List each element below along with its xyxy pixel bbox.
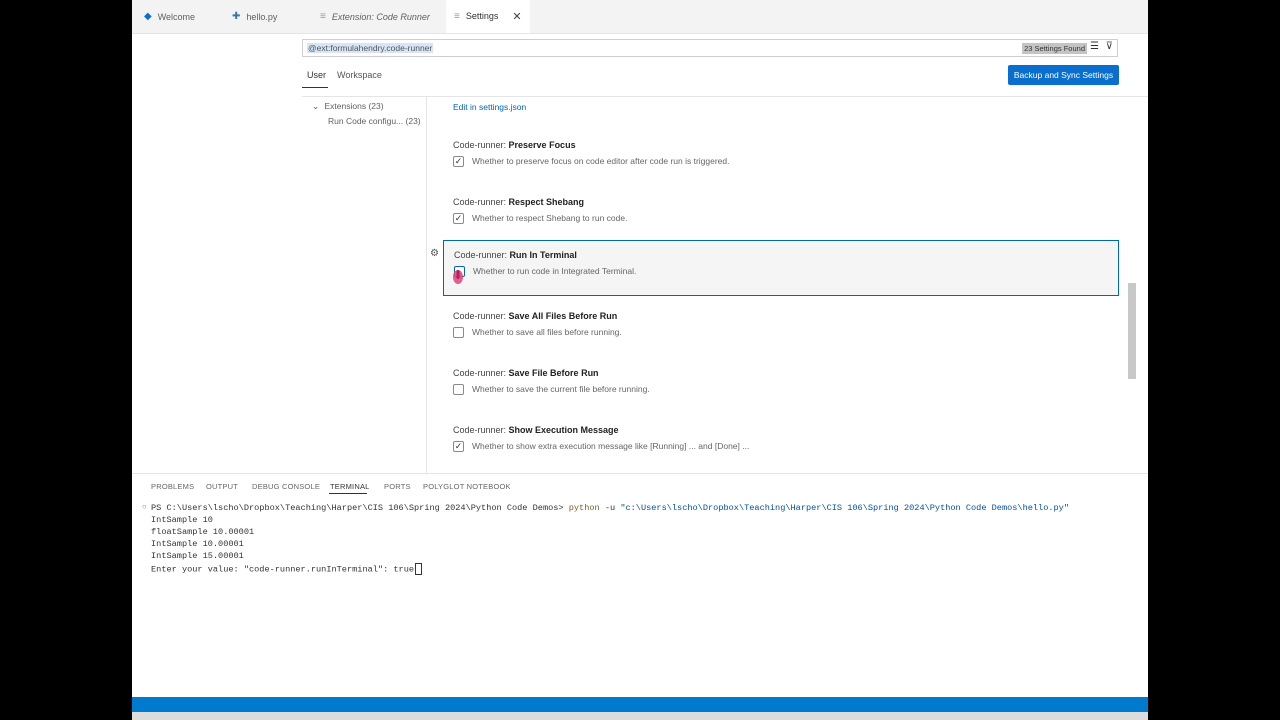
active-scope-indicator	[302, 87, 328, 88]
mouse-cursor-icon	[453, 270, 463, 284]
toc-divider	[426, 97, 427, 473]
setting-title: Code-runner: Run In Terminal	[454, 250, 577, 260]
terminal-command-line: PS C:\Users\lscho\Dropbox\Teaching\Harpe…	[151, 503, 1069, 513]
tab-label: Settings	[465, 11, 499, 21]
active-panel-indicator	[329, 493, 367, 494]
setting-show-execution-message: Code-runner: Show Execution Message ✓ Wh…	[443, 415, 1119, 471]
setting-description: Whether to run code in Integrated Termin…	[473, 266, 637, 276]
setting-title: Code-runner: Save All Files Before Run	[453, 311, 618, 321]
python-file-icon: ✚	[232, 11, 241, 22]
settings-file-icon: ≡	[454, 10, 460, 22]
setting-title: Code-runner: Preserve Focus	[453, 140, 576, 150]
tab-workspace[interactable]: Workspace	[337, 70, 382, 80]
setting-description: Whether to save all files before running…	[472, 327, 622, 337]
tab-hello-py[interactable]: ✚ hello.py	[232, 0, 320, 33]
preserve-focus-checkbox[interactable]: ✓	[453, 156, 464, 167]
backup-sync-button[interactable]: Backup and Sync Settings	[1008, 65, 1119, 85]
clear-filter-icon[interactable]: ☰	[1090, 41, 1099, 52]
tab-extension-code-runner[interactable]: ≡ Extension: Code Runner	[320, 0, 446, 33]
tab-terminal[interactable]: TERMINAL	[330, 482, 370, 491]
extension-icon: ≡	[320, 11, 326, 22]
toc-run-code-config[interactable]: Run Code configu... (23)	[328, 116, 421, 126]
status-bar	[132, 697, 1148, 712]
editor-tab-bar: ◆ Welcome ✚ hello.py ≡ Extension: Code R…	[132, 0, 1148, 34]
search-query: @ext:formulahendry.code-runner	[307, 43, 434, 53]
tab-user[interactable]: User	[307, 70, 326, 80]
save-file-checkbox[interactable]	[453, 384, 464, 395]
panel-divider	[132, 473, 1148, 474]
setting-title: Code-runner: Respect Shebang	[453, 197, 585, 207]
setting-respect-shebang: Code-runner: Respect Shebang ✓ Whether t…	[443, 187, 1119, 243]
setting-description: Whether to respect Shebang to run code.	[472, 213, 628, 223]
tab-problems[interactable]: PROBLEMS	[151, 482, 194, 491]
vscode-window: ◆ Welcome ✚ hello.py ≡ Extension: Code R…	[132, 0, 1148, 720]
terminal-line: IntSample 10	[151, 515, 213, 525]
terminal-cursor	[415, 563, 423, 575]
terminal-status-icon: ○	[142, 503, 147, 512]
respect-shebang-checkbox[interactable]: ✓	[453, 213, 464, 224]
setting-save-all-files: Code-runner: Save All Files Before Run W…	[443, 301, 1119, 357]
setting-title: Code-runner: Show Execution Message	[453, 425, 619, 435]
settings-found-badge: 23 Settings Found	[1022, 43, 1087, 54]
tab-settings[interactable]: ≡ Settings ✕	[446, 0, 530, 33]
setting-title: Code-runner: Save File Before Run	[453, 368, 599, 378]
tab-label: hello.py	[246, 11, 278, 22]
header-divider	[302, 96, 1148, 97]
tab-welcome[interactable]: ◆ Welcome	[144, 0, 232, 33]
tab-label: Extension: Code Runner	[331, 11, 430, 22]
vscode-logo-icon: ◆	[144, 11, 152, 22]
terminal-input-line[interactable]: Enter your value: "code-runner.runInTerm…	[151, 563, 423, 575]
setting-description: Whether to preserve focus on code editor…	[472, 156, 730, 166]
setting-save-file: Code-runner: Save File Before Run Whethe…	[443, 358, 1119, 414]
tab-label: Welcome	[157, 11, 196, 22]
save-all-files-checkbox[interactable]	[453, 327, 464, 338]
settings-scrollbar[interactable]	[1128, 283, 1136, 379]
tab-output[interactable]: OUTPUT	[206, 482, 238, 491]
tab-ports[interactable]: PORTS	[384, 482, 411, 491]
setting-run-in-terminal: ⚙ Code-runner: Run In Terminal Whether t…	[430, 240, 1119, 296]
tab-polyglot-notebook[interactable]: POLYGLOT NOTEBOOK	[423, 482, 511, 491]
setting-description: Whether to show extra execution message …	[472, 441, 750, 451]
show-execution-message-checkbox[interactable]: ✓	[453, 441, 464, 452]
terminal-line: IntSample 10.00001	[151, 539, 244, 549]
chevron-down-icon: ⌄	[312, 101, 320, 111]
gear-icon[interactable]: ⚙	[430, 248, 439, 259]
setting-description: Whether to save the current file before …	[472, 384, 650, 394]
setting-preserve-focus: Code-runner: Preserve Focus ✓ Whether to…	[443, 130, 1119, 186]
taskbar-strip	[132, 712, 1148, 720]
close-icon[interactable]: ✕	[512, 10, 521, 23]
toc-extensions[interactable]: ⌄ Extensions (23)	[312, 101, 384, 112]
terminal-line: IntSample 15.00001	[151, 551, 244, 561]
filter-icon[interactable]: ⊽	[1106, 41, 1113, 52]
terminal-line: floatSample 10.00001	[151, 527, 255, 537]
settings-search-input[interactable]: @ext:formulahendry.code-runner 23 Settin…	[302, 39, 1118, 57]
tab-debug-console[interactable]: DEBUG CONSOLE	[252, 482, 320, 491]
edit-in-settings-json-link[interactable]: Edit in settings.json	[453, 102, 526, 112]
